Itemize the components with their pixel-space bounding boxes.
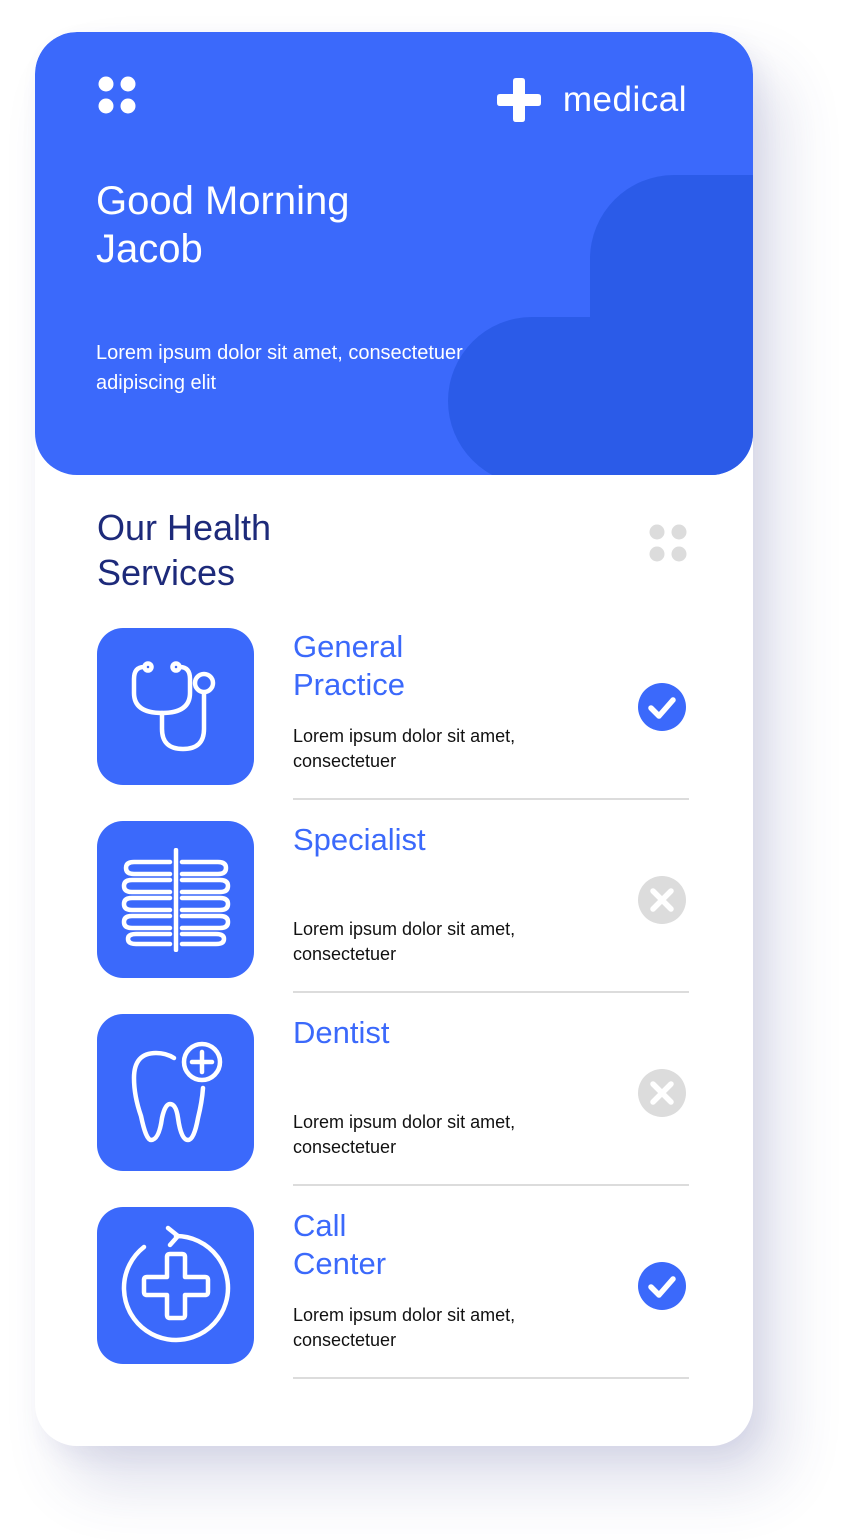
section-title: Our Health Services (97, 505, 397, 595)
service-name-line: Practice (293, 667, 405, 702)
greeting-subtitle: Lorem ipsum dolor sit amet, consectetuer… (96, 342, 463, 394)
service-name-line: General (293, 629, 404, 664)
section-title-line: Our Health (97, 507, 272, 548)
service-icon-tile (97, 1207, 254, 1364)
service-name-line: Call (293, 1208, 347, 1243)
stethoscope-icon (131, 660, 215, 751)
service-name: General Practice (293, 628, 533, 704)
section-title-line: Services (97, 552, 236, 593)
service-name: Dentist (293, 1014, 533, 1052)
row-divider (293, 991, 689, 993)
medical-cross-circle-icon (121, 1225, 230, 1342)
plus-icon (496, 78, 541, 122)
service-icon-tile (97, 821, 254, 978)
service-name-line: Dentist (293, 1015, 390, 1050)
row-divider (293, 1377, 689, 1379)
service-description: Lorem ipsum dolor sit amet, consectetuer (293, 919, 516, 964)
screen: medical Good Morning Jacob Lorem ipsum d… (0, 0, 846, 1540)
check-circle-icon[interactable] (638, 1262, 686, 1310)
greeting-heading: Good Morning Jacob (96, 177, 496, 273)
menu-grid-icon[interactable] (97, 75, 137, 115)
app-card: medical Good Morning Jacob Lorem ipsum d… (35, 32, 753, 1446)
service-name-line: Center (293, 1246, 387, 1281)
service-name-line: Specialist (293, 822, 426, 857)
greeting-line: Good Morning (96, 179, 350, 223)
tooth-plus-icon (131, 1041, 222, 1142)
more-grid-icon[interactable] (648, 523, 688, 563)
service-description: Lorem ipsum dolor sit amet, consectetuer (293, 726, 516, 771)
row-divider (293, 1184, 689, 1186)
user-name: Jacob (96, 227, 203, 271)
service-name: Call Center (293, 1207, 533, 1283)
header-banner: medical Good Morning Jacob Lorem ipsum d… (35, 32, 753, 475)
ribcage-icon (121, 847, 230, 952)
service-icon-tile (97, 628, 254, 785)
check-circle-icon[interactable] (638, 683, 686, 731)
row-divider (293, 798, 689, 800)
x-circle-icon[interactable] (638, 876, 686, 924)
brand: medical (496, 78, 687, 122)
service-description: Lorem ipsum dolor sit amet, consectetuer (293, 1112, 516, 1157)
service-description: Lorem ipsum dolor sit amet, consectetuer (293, 1305, 516, 1350)
brand-name: medical (562, 80, 687, 119)
x-circle-icon[interactable] (638, 1069, 686, 1117)
service-icon-tile (97, 1014, 254, 1171)
service-name: Specialist (293, 821, 533, 859)
